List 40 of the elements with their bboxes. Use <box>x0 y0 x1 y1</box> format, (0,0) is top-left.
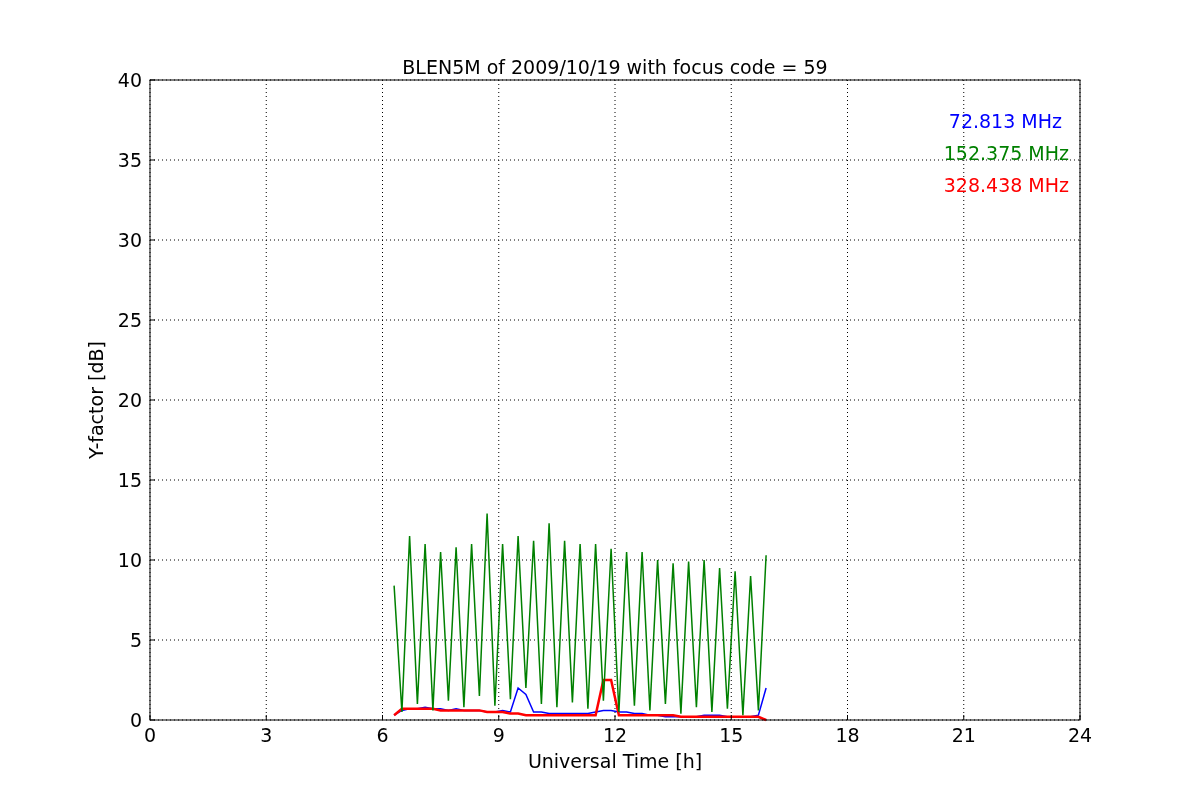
legend-label: 72.813 MHz <box>948 110 1062 132</box>
tick-mark <box>149 639 156 641</box>
y-tick-label: 0 <box>129 709 142 731</box>
legend-label: 328.438 MHz <box>943 174 1069 196</box>
x-tick-label: 6 <box>376 724 389 746</box>
tick-mark <box>149 159 156 161</box>
tick-mark <box>730 714 732 721</box>
chart-title: BLEN5M of 2009/10/19 with focus code = 59 <box>402 56 828 78</box>
tick-mark <box>149 399 156 401</box>
tick-mark <box>382 714 383 721</box>
y-axis-label: Y-factor [dB] <box>85 341 107 459</box>
x-tick-label: 15 <box>719 724 744 746</box>
x-tick-label: 24 <box>1067 724 1093 746</box>
y-tick-label: 20 <box>117 389 142 411</box>
tick-mark <box>498 714 500 721</box>
tick-mark <box>149 559 156 561</box>
x-tick-label: 0 <box>143 724 157 746</box>
tick-mark <box>149 319 156 321</box>
tick-mark <box>149 79 156 81</box>
y-tick-label: 25 <box>117 309 142 331</box>
tick-mark <box>963 714 965 721</box>
tick-mark <box>149 479 156 481</box>
tick-mark <box>265 714 267 721</box>
tick-mark <box>847 714 848 721</box>
x-tick-label: 3 <box>260 724 273 746</box>
y-tick-label: 5 <box>129 629 142 651</box>
tick-mark <box>614 714 616 721</box>
y-tick-label: 30 <box>117 229 142 251</box>
y-tick-label: 35 <box>117 149 142 171</box>
tick-mark <box>149 239 156 241</box>
x-tick-label: 9 <box>492 724 505 746</box>
legend-label: 152.375 MHz <box>943 142 1069 164</box>
x-tick-label: 12 <box>602 724 628 746</box>
y-tick-label: 40 <box>117 69 142 91</box>
y-tick-label: 15 <box>117 469 142 491</box>
x-axis-label: Universal Time [h] <box>527 750 703 772</box>
x-tick-label: 18 <box>835 724 860 746</box>
y-tick-label: 10 <box>117 549 142 571</box>
tick-mark <box>1079 714 1081 721</box>
x-tick-label: 21 <box>951 724 976 746</box>
